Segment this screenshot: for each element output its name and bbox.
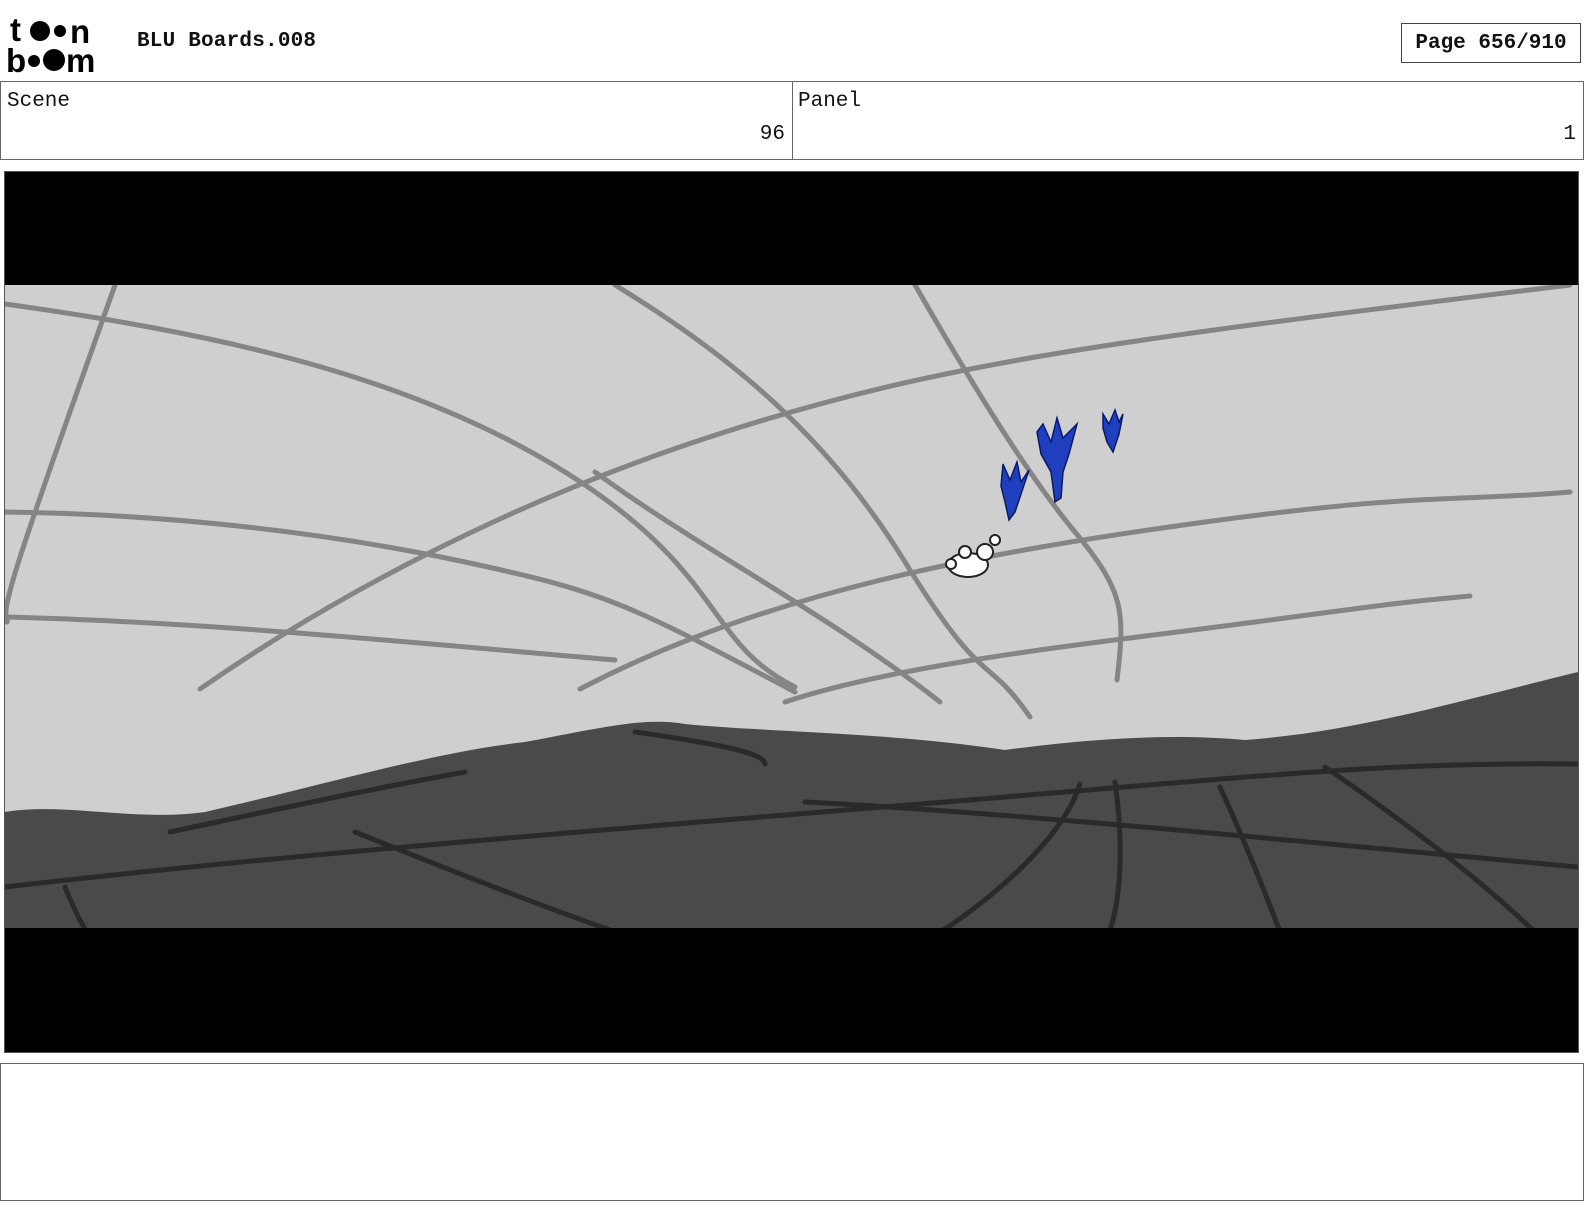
svg-text:b: b: [6, 42, 26, 76]
letterbox-bottom: [5, 928, 1578, 1052]
scene-panel-row: Scene 96 Panel 1: [0, 81, 1584, 160]
letterbox-top: [5, 172, 1578, 285]
toonboom-logo: t n b m: [4, 11, 118, 79]
svg-text:m: m: [66, 42, 95, 76]
panel-cell: Panel 1: [792, 82, 1584, 159]
scene-label: Scene: [7, 90, 71, 113]
panel-label: Panel: [798, 90, 862, 113]
scene-cell: Scene 96: [0, 82, 793, 159]
panel-number: 1: [1563, 123, 1576, 146]
page-indicator: Page 656/910: [1401, 23, 1581, 63]
scene-number: 96: [759, 123, 785, 146]
document-title: BLU Boards.008: [137, 30, 317, 53]
storyboard-panel-image: [4, 171, 1579, 1053]
panel-notes-box: [0, 1063, 1584, 1201]
